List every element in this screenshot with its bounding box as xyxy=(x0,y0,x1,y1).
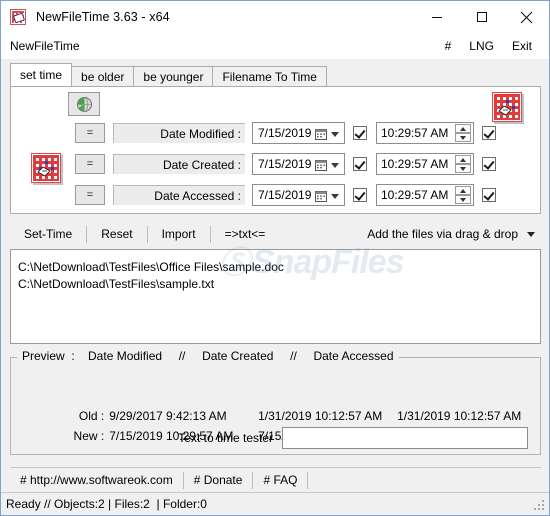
date-accessed-checkbox[interactable] xyxy=(353,188,367,202)
tab-strip: set time be older be younger Filename To… xyxy=(10,63,327,86)
date-modified-input[interactable]: 7/15/2019 xyxy=(252,122,345,144)
date-dropdown-caret-icon xyxy=(331,132,339,137)
spin-up-icon[interactable] xyxy=(455,186,471,195)
menu-item-exit[interactable]: Exit xyxy=(503,37,541,55)
window-controls xyxy=(414,1,549,33)
link-donate[interactable]: # Donate xyxy=(184,470,253,490)
date-modified-checkbox[interactable] xyxy=(353,126,367,140)
window-title: NewFileTime 3.63 - x64 xyxy=(36,10,170,24)
date-accessed-label: Date Accessed : xyxy=(113,185,245,205)
menu-right-group: # LNG Exit xyxy=(436,37,541,55)
preview-legend: Preview : Date Modified // Date Created … xyxy=(17,349,399,363)
date-modified-label: Date Modified : xyxy=(113,123,245,143)
date-accessed-input[interactable]: 7/15/2019 xyxy=(252,184,345,206)
text-to-time-tester-label: Text to time tester xyxy=(178,431,273,445)
command-bar: Set-Time Reset Import =>txt<= Add the fi… xyxy=(10,222,541,246)
equals-button-accessed[interactable]: = xyxy=(75,185,105,205)
date-created-label: Date Created : xyxy=(113,154,245,174)
spin-up-icon[interactable] xyxy=(455,124,471,133)
app-calendar-hand-icon xyxy=(10,9,26,25)
time-created-input[interactable]: 10:29:57 AM xyxy=(376,153,474,175)
time-modified-spinner[interactable] xyxy=(455,124,471,142)
menu-item-lng[interactable]: LNG xyxy=(460,37,503,55)
calendar-picker-icon xyxy=(315,191,327,202)
export-txt-button[interactable]: =>txt<= xyxy=(211,224,280,244)
globe-icon xyxy=(76,96,92,112)
time-created-value: 10:29:57 AM xyxy=(381,157,449,171)
time-accessed-value: 10:29:57 AM xyxy=(381,188,449,202)
time-modified-input[interactable]: 10:29:57 AM xyxy=(376,122,474,144)
list-item[interactable]: C:\NetDownload\TestFiles\Office Files\sa… xyxy=(18,259,540,276)
resize-grip[interactable] xyxy=(534,500,546,512)
calendar-picker-icon xyxy=(315,129,327,140)
tab-be-older[interactable]: be older xyxy=(71,66,135,86)
set-time-panel: = Date Modified : 7/15/2019 10:29:57 AM … xyxy=(10,86,541,214)
date-modified-value: 7/15/2019 xyxy=(258,126,312,140)
link-website[interactable]: # http://www.softwareok.com xyxy=(10,470,183,490)
hand-cursor-icon xyxy=(498,105,512,116)
time-accessed-input[interactable]: 10:29:57 AM xyxy=(376,184,474,206)
spin-down-icon[interactable] xyxy=(455,133,471,142)
time-accessed-spinner[interactable] xyxy=(455,186,471,204)
date-created-value: 7/15/2019 xyxy=(258,157,312,171)
link-faq[interactable]: # FAQ xyxy=(253,470,307,490)
chevron-down-icon xyxy=(527,231,535,237)
status-text: Ready // Objects:2 | Files:2 | Folder:0 xyxy=(6,497,207,511)
equals-button-modified[interactable]: = xyxy=(75,123,105,143)
date-accessed-value: 7/15/2019 xyxy=(258,188,312,202)
status-bar: Ready // Objects:2 | Files:2 | Folder:0 xyxy=(1,492,549,515)
date-created-row: = Date Created : 7/15/2019 10:29:57 AM xyxy=(11,152,496,176)
calendar-picker-icon xyxy=(315,160,327,171)
tab-be-younger[interactable]: be younger xyxy=(133,66,214,86)
add-files-dropdown[interactable]: Add the files via drag & drop xyxy=(367,227,541,241)
link-bar: # http://www.softwareok.com # Donate # F… xyxy=(10,467,541,492)
date-created-input[interactable]: 7/15/2019 xyxy=(252,153,345,175)
time-modified-checkbox[interactable] xyxy=(482,126,496,140)
separator xyxy=(307,471,309,489)
newfiletime-window: NewFileTime 3.63 - x64 NewFileTime # LNG… xyxy=(0,0,550,516)
menu-item-newfiletime[interactable]: NewFileTime xyxy=(10,39,80,53)
calendar-cell-blue xyxy=(506,100,509,103)
time-created-checkbox[interactable] xyxy=(482,157,496,171)
calendar-hand-icon-right[interactable] xyxy=(492,92,522,122)
close-icon[interactable] xyxy=(504,1,549,33)
import-button[interactable]: Import xyxy=(148,224,210,244)
maximize-icon[interactable] xyxy=(459,1,504,33)
date-accessed-row: = Date Accessed : 7/15/2019 10:29:57 AM xyxy=(11,183,496,207)
tab-filename-to-time[interactable]: Filename To Time xyxy=(212,66,327,86)
date-modified-row: = Date Modified : 7/15/2019 10:29:57 AM xyxy=(11,121,496,145)
spin-down-icon[interactable] xyxy=(455,164,471,173)
time-created-spinner[interactable] xyxy=(455,155,471,173)
add-files-dropdown-label: Add the files via drag & drop xyxy=(367,227,518,241)
tab-set-time[interactable]: set time xyxy=(10,63,73,86)
spin-up-icon[interactable] xyxy=(455,155,471,164)
reset-button[interactable]: Reset xyxy=(87,224,146,244)
file-list[interactable]: C:\NetDownload\TestFiles\Office Files\sa… xyxy=(10,249,541,344)
date-dropdown-caret-icon xyxy=(331,194,339,199)
menu-bar: NewFileTime # LNG Exit xyxy=(1,33,549,59)
minimize-icon[interactable] xyxy=(414,1,459,33)
spin-down-icon[interactable] xyxy=(455,195,471,204)
date-dropdown-caret-icon xyxy=(331,163,339,168)
text-to-time-tester-input[interactable] xyxy=(282,427,528,449)
set-time-button[interactable]: Set-Time xyxy=(10,224,86,244)
time-modified-value: 10:29:57 AM xyxy=(381,126,449,140)
menu-item-hash[interactable]: # xyxy=(436,37,461,55)
equals-button-created[interactable]: = xyxy=(75,154,105,174)
title-bar: NewFileTime 3.63 - x64 xyxy=(1,1,549,33)
text-to-time-tester-row: Text to time tester xyxy=(1,427,541,449)
list-item[interactable]: C:\NetDownload\TestFiles\sample.txt xyxy=(18,276,540,293)
time-accessed-checkbox[interactable] xyxy=(482,188,496,202)
date-created-checkbox[interactable] xyxy=(353,157,367,171)
globe-button[interactable] xyxy=(68,92,100,116)
